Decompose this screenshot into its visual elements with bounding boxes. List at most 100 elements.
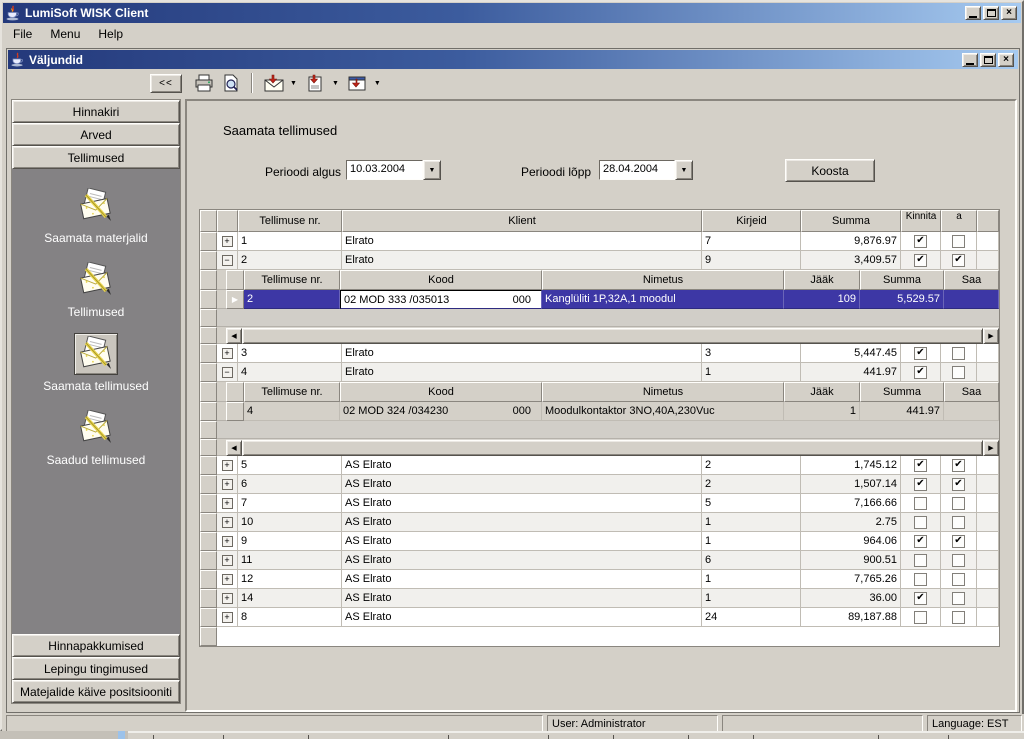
table-row[interactable]: +8AS Elrato2489,187.88: [200, 608, 999, 627]
sidebar-section-matejalide-käive-positsiooniti[interactable]: Matejalide käive positsiooniti: [12, 680, 180, 703]
sub-col-header-tellimuse-nr[interactable]: Tellimuse nr.: [244, 382, 340, 402]
checkbox-unchecked[interactable]: [952, 573, 965, 586]
cell-a-checkbox[interactable]: [941, 232, 977, 251]
sub-col-header-summa[interactable]: Summa: [860, 382, 944, 402]
period-start-combo[interactable]: 10.03.2004 ▼: [346, 160, 441, 180]
cell-kinnita-checkbox[interactable]: ✔: [901, 344, 941, 363]
mail-export-dropdown[interactable]: ▼: [290, 80, 297, 87]
table-row[interactable]: −4Elrato1441.97✔: [200, 363, 999, 382]
period-end-dropdown-button[interactable]: ▼: [675, 160, 693, 180]
print-button[interactable]: [192, 72, 215, 94]
inner-maximize-button[interactable]: [980, 53, 996, 67]
expand-row-button[interactable]: +: [222, 555, 233, 566]
scrollbar-thumb[interactable]: [242, 328, 983, 344]
cell-a-checkbox[interactable]: ✔: [941, 456, 977, 475]
checkbox-unchecked[interactable]: [952, 235, 965, 248]
cell-a-checkbox[interactable]: ✔: [941, 532, 977, 551]
checkbox-unchecked[interactable]: [914, 516, 927, 529]
row-header-cell[interactable]: [200, 494, 217, 513]
period-start-dropdown-button[interactable]: ▼: [423, 160, 441, 180]
checkbox-unchecked[interactable]: [914, 573, 927, 586]
table-row[interactable]: +9AS Elrato1964.06✔✔: [200, 532, 999, 551]
expand-row-button[interactable]: +: [222, 236, 233, 247]
checkbox-checked[interactable]: ✔: [952, 254, 965, 267]
cell-kinnita-checkbox[interactable]: ✔: [901, 232, 941, 251]
checkbox-checked[interactable]: ✔: [914, 478, 927, 491]
row-header-cell[interactable]: [200, 513, 217, 532]
sub-col-header-tellimuse-nr[interactable]: Tellimuse nr.: [244, 270, 340, 290]
menu-item-file[interactable]: File: [5, 25, 40, 43]
table-row[interactable]: +14AS Elrato136.00✔: [200, 589, 999, 608]
export-mail-button[interactable]: [262, 72, 285, 94]
col-header-tellimuse-nr[interactable]: Tellimuse nr.: [238, 210, 342, 232]
sidebar-item-saamata-tellimused[interactable]: Saamata tellimused: [43, 333, 148, 393]
checkbox-unchecked[interactable]: [952, 611, 965, 624]
checkbox-checked[interactable]: ✔: [914, 347, 927, 360]
sub-col-header-kood[interactable]: Kood: [340, 270, 542, 290]
checkbox-checked[interactable]: ✔: [952, 459, 965, 472]
scrollbar-thumb[interactable]: [242, 440, 983, 456]
minimize-button[interactable]: [965, 6, 981, 20]
cell-a-checkbox[interactable]: [941, 551, 977, 570]
sidebar-section-lepingu-tingimused[interactable]: Lepingu tingimused: [12, 657, 180, 680]
table-row[interactable]: +5AS Elrato21,745.12✔✔: [200, 456, 999, 475]
cell-a-checkbox[interactable]: [941, 513, 977, 532]
cell-kinnita-checkbox[interactable]: [901, 608, 941, 627]
print-preview-button[interactable]: [219, 72, 242, 94]
sub-col-header-summa[interactable]: Summa: [860, 270, 944, 290]
cell-a-checkbox[interactable]: ✔: [941, 475, 977, 494]
collapse-row-button[interactable]: −: [222, 255, 233, 266]
table-row[interactable]: +3Elrato35,447.45✔: [200, 344, 999, 363]
row-header-cell[interactable]: [200, 551, 217, 570]
checkbox-checked[interactable]: ✔: [914, 592, 927, 605]
table-row[interactable]: +7AS Elrato57,166.66: [200, 494, 999, 513]
checkbox-unchecked[interactable]: [952, 497, 965, 510]
subtable-row[interactable]: ▶202 MOD 333 /035013000Kanglüliti 1P,32A…: [200, 290, 999, 309]
col-header-klient[interactable]: Klient: [342, 210, 702, 232]
export-window-button[interactable]: [346, 72, 369, 94]
expand-row-button[interactable]: +: [222, 479, 233, 490]
scroll-right-button[interactable]: ▶: [983, 328, 999, 344]
table-row[interactable]: −2Elrato93,409.57✔✔: [200, 251, 999, 270]
checkbox-checked[interactable]: ✔: [914, 535, 927, 548]
sub-col-header-nimetus[interactable]: Nimetus: [542, 382, 784, 402]
inner-minimize-button[interactable]: [962, 53, 978, 67]
checkbox-unchecked[interactable]: [952, 592, 965, 605]
sub-col-header-jaak[interactable]: Jääk: [784, 382, 860, 402]
col-header-kinnita[interactable]: Kinnita: [901, 210, 941, 232]
inner-close-button[interactable]: ×: [998, 53, 1014, 67]
sidebar-section-hinnakiri[interactable]: Hinnakiri: [12, 100, 180, 123]
cell-kinnita-checkbox[interactable]: ✔: [901, 475, 941, 494]
generate-button[interactable]: Koosta: [785, 159, 875, 182]
close-button[interactable]: ×: [1001, 6, 1017, 20]
row-header-cell[interactable]: [200, 608, 217, 627]
cell-a-checkbox[interactable]: [941, 363, 977, 382]
expand-row-button[interactable]: +: [222, 593, 233, 604]
sidebar-item-saadud-tellimused[interactable]: Saadud tellimused: [47, 407, 146, 467]
cell-kinnita-checkbox[interactable]: [901, 551, 941, 570]
checkbox-checked[interactable]: ✔: [914, 366, 927, 379]
cell-kinnita-checkbox[interactable]: ✔: [901, 456, 941, 475]
table-row[interactable]: +12AS Elrato17,765.26: [200, 570, 999, 589]
cell-kinnita-checkbox[interactable]: ✔: [901, 363, 941, 382]
checkbox-checked[interactable]: ✔: [952, 535, 965, 548]
table-row[interactable]: +6AS Elrato21,507.14✔✔: [200, 475, 999, 494]
checkbox-unchecked[interactable]: [952, 347, 965, 360]
col-header-kirjeid[interactable]: Kirjeid: [702, 210, 801, 232]
col-header-a[interactable]: a: [941, 210, 977, 232]
sub-col-header-kood[interactable]: Kood: [340, 382, 542, 402]
sub-col-header-jaak[interactable]: Jääk: [784, 270, 860, 290]
cell-kinnita-checkbox[interactable]: ✔: [901, 589, 941, 608]
cell-a-checkbox[interactable]: ✔: [941, 251, 977, 270]
checkbox-unchecked[interactable]: [914, 611, 927, 624]
sidebar-item-saamata-materjalid[interactable]: Saamata materjalid: [44, 185, 147, 245]
cell-a-checkbox[interactable]: [941, 570, 977, 589]
checkbox-checked[interactable]: ✔: [952, 478, 965, 491]
menu-item-help[interactable]: Help: [90, 25, 131, 43]
sidebar-item-tellimused[interactable]: Tellimused: [68, 259, 125, 319]
cell-a-checkbox[interactable]: [941, 494, 977, 513]
document-export-dropdown[interactable]: ▼: [332, 80, 339, 87]
scroll-right-button[interactable]: ▶: [983, 440, 999, 456]
expand-row-button[interactable]: +: [222, 348, 233, 359]
period-end-combo[interactable]: 28.04.2004 ▼: [599, 160, 693, 180]
